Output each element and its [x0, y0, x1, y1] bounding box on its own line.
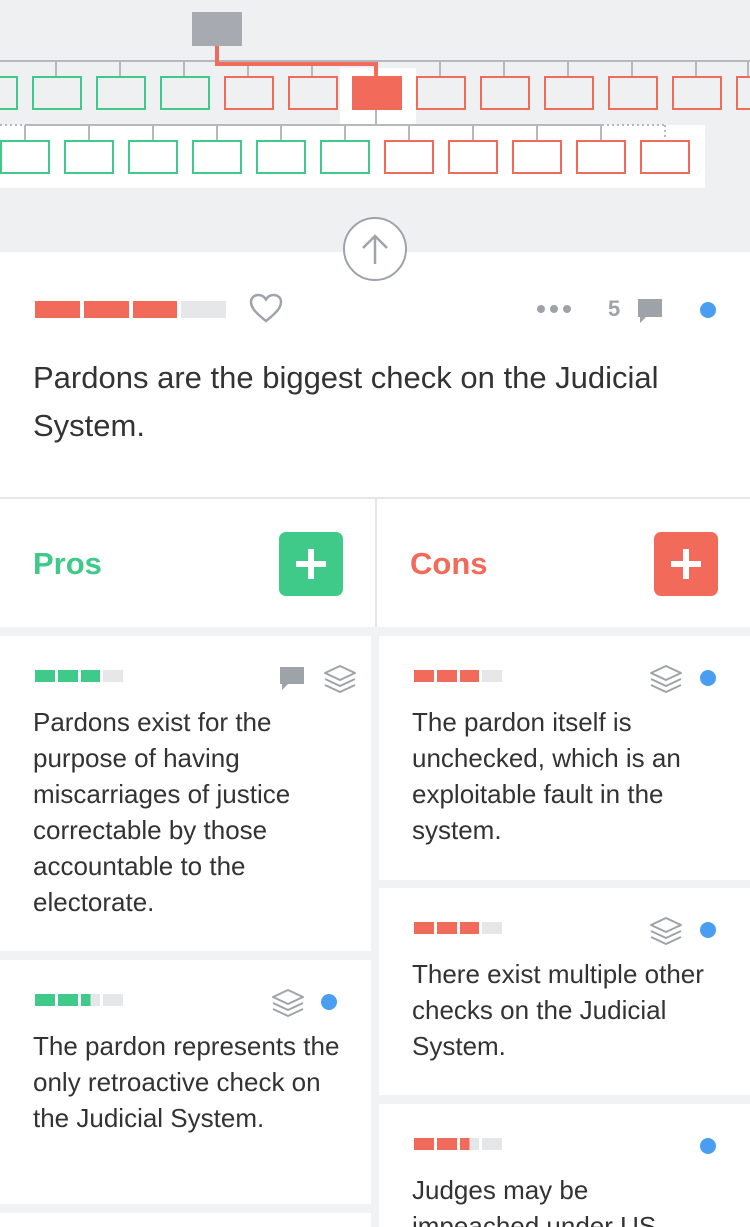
layers-icon[interactable] — [649, 664, 683, 694]
score-segment — [35, 994, 55, 1006]
argument-text: Pardons exist for the purpose of having … — [33, 707, 291, 917]
argument-text: Judges may be impeached under US — [412, 1175, 657, 1227]
argument-score-bar — [35, 994, 123, 1006]
argument-text: The pardon itself is unchecked, which is… — [412, 707, 681, 845]
score-segment — [459, 670, 480, 682]
unread-indicator — [700, 670, 716, 686]
layers-icon[interactable] — [323, 664, 357, 694]
score-segment — [35, 670, 55, 682]
plus-icon — [671, 549, 701, 579]
tree-selected-node — [352, 76, 402, 110]
argument-tree-map[interactable] — [0, 0, 750, 252]
score-segment — [482, 1138, 502, 1150]
column-divider — [375, 499, 377, 627]
score-segment — [459, 922, 480, 934]
argument-score-bar — [414, 1138, 502, 1150]
unread-indicator — [700, 302, 716, 318]
cons-title: Cons — [410, 546, 488, 581]
score-segment — [103, 670, 123, 682]
plus-icon — [296, 549, 326, 579]
score-segment — [132, 301, 178, 318]
score-segment — [83, 301, 129, 318]
layers-icon[interactable] — [271, 988, 305, 1018]
tree-root-node — [192, 12, 242, 46]
score-segment — [459, 1138, 480, 1150]
score-segment — [436, 670, 457, 682]
score-segment — [80, 670, 101, 682]
add-pro-button[interactable] — [279, 532, 343, 596]
unread-indicator — [700, 922, 716, 938]
score-segment — [414, 670, 434, 682]
go-up-button[interactable] — [343, 217, 407, 281]
con-argument-card[interactable]: The pardon itself is unchecked, which is… — [379, 636, 750, 880]
claim-score-bar — [35, 301, 226, 318]
pro-argument-card[interactable] — [0, 1213, 371, 1227]
score-segment — [57, 670, 78, 682]
comment-icon[interactable] — [279, 666, 305, 692]
heart-icon[interactable] — [248, 292, 284, 324]
pro-argument-card[interactable]: Pardons exist for the purpose of having … — [0, 636, 371, 951]
score-segment — [181, 301, 226, 318]
comment-icon[interactable] — [636, 297, 664, 325]
argument-text: The pardon represents the only retroacti… — [33, 1031, 340, 1133]
arrow-up-icon — [362, 234, 388, 264]
score-segment — [103, 994, 123, 1006]
argument-score-bar — [35, 670, 123, 682]
score-segment — [436, 922, 457, 934]
unread-indicator — [700, 1138, 716, 1154]
argument-text: There exist multiple other checks on the… — [412, 959, 704, 1061]
pro-argument-card[interactable]: The pardon represents the only retroacti… — [0, 960, 371, 1204]
add-con-button[interactable] — [654, 532, 718, 596]
layers-icon[interactable] — [649, 916, 683, 946]
unread-indicator — [321, 994, 337, 1010]
score-segment — [414, 1138, 434, 1150]
argument-score-bar — [414, 922, 502, 934]
argument-score-bar — [414, 670, 502, 682]
score-segment — [414, 922, 434, 934]
score-segment — [80, 994, 101, 1006]
score-segment — [436, 1138, 457, 1150]
con-argument-card[interactable]: Judges may be impeached under US — [379, 1104, 750, 1227]
score-segment — [57, 994, 78, 1006]
tree-map-graphic — [0, 12, 750, 188]
comment-count: 5 — [608, 296, 621, 321]
con-argument-card[interactable]: There exist multiple other checks on the… — [379, 888, 750, 1095]
more-icon[interactable] — [537, 302, 573, 316]
score-segment — [482, 670, 502, 682]
claim-text: Pardons are the biggest check on the Jud… — [33, 360, 659, 443]
pros-title: Pros — [33, 546, 102, 581]
score-segment — [482, 922, 502, 934]
score-segment — [35, 301, 80, 318]
